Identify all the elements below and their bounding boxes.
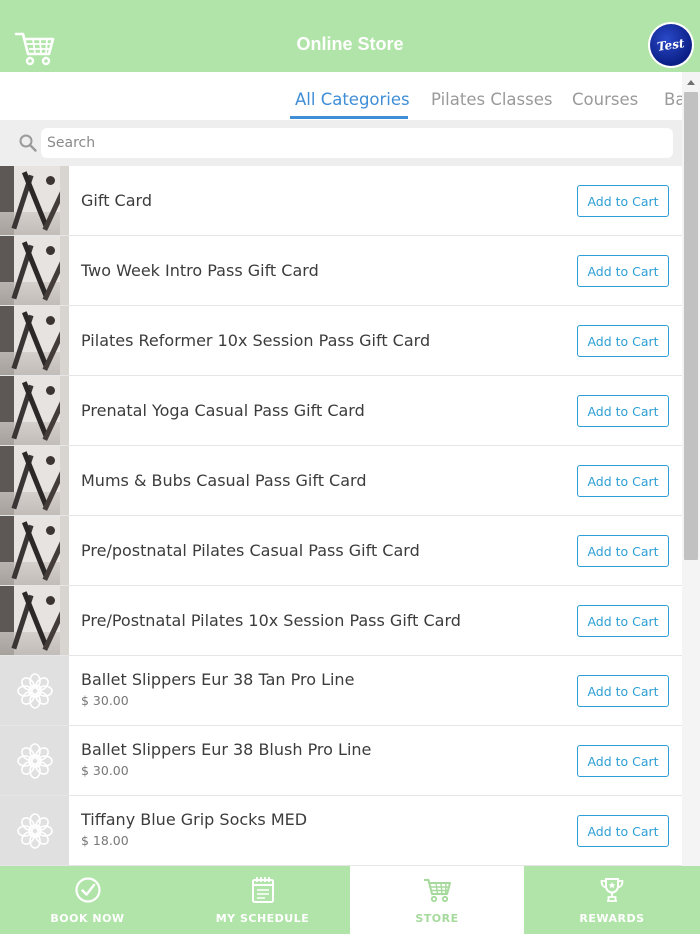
app-header: Online Store Test <box>0 0 700 72</box>
lotus-icon <box>16 812 53 849</box>
product-price: $ 30.00 <box>81 763 129 778</box>
lotus-icon <box>16 742 53 779</box>
product-name: Two Week Intro Pass Gift Card <box>81 261 319 280</box>
add-to-cart-button[interactable]: Add to Cart <box>577 815 669 847</box>
product-thumbnail <box>0 376 69 445</box>
list-item[interactable]: Pilates Reformer 10x Session Pass Gift C… <box>0 306 682 376</box>
category-tabs: All Categories Pilates Classes Courses B… <box>0 72 700 120</box>
add-to-cart-button[interactable]: Add to Cart <box>577 605 669 637</box>
product-price: $ 18.00 <box>81 833 129 848</box>
trophy-icon <box>600 878 624 902</box>
avatar[interactable]: Test <box>648 22 694 68</box>
lotus-icon <box>16 672 53 709</box>
nav-rewards[interactable]: REWARDS <box>524 866 700 934</box>
add-to-cart-button[interactable]: Add to Cart <box>577 395 669 427</box>
scrollbar[interactable] <box>682 72 700 866</box>
tab-all-categories[interactable]: All Categories <box>295 90 410 109</box>
list-item[interactable]: Prenatal Yoga Casual Pass Gift Card Add … <box>0 376 682 446</box>
product-name: Ballet Slippers Eur 38 Blush Pro Line <box>81 740 372 759</box>
tab-pilates-classes[interactable]: Pilates Classes <box>431 90 553 109</box>
search-input[interactable] <box>41 128 673 158</box>
nav-label: MY SCHEDULE <box>215 912 310 925</box>
store-screen: Online Store Test All Categories Pilates… <box>0 0 700 934</box>
product-name: Pilates Reformer 10x Session Pass Gift C… <box>81 331 431 350</box>
list-item[interactable]: Pre/Postnatal Pilates 10x Session Pass G… <box>0 586 682 656</box>
product-price: $ 30.00 <box>81 693 129 708</box>
product-thumbnail <box>0 656 69 725</box>
shopping-cart-icon <box>424 879 451 903</box>
add-to-cart-button[interactable]: Add to Cart <box>577 745 669 777</box>
scrollbar-thumb[interactable] <box>684 92 698 560</box>
nav-store[interactable]: STORE <box>350 866 524 934</box>
product-thumbnail <box>0 796 69 865</box>
list-item[interactable]: Tiffany Blue Grip Socks MED $ 18.00 Add … <box>0 796 682 866</box>
add-to-cart-button[interactable]: Add to Cart <box>577 675 669 707</box>
product-thumbnail <box>0 516 69 585</box>
product-name: Mums & Bubs Casual Pass Gift Card <box>81 471 367 490</box>
product-thumbnail <box>0 726 69 795</box>
product-thumbnail <box>0 446 69 515</box>
product-name: Ballet Slippers Eur 38 Tan Pro Line <box>81 670 355 689</box>
page-title: Online Store <box>296 34 404 54</box>
avatar-text: Test <box>656 36 686 54</box>
add-to-cart-button[interactable]: Add to Cart <box>577 255 669 287</box>
add-to-cart-button[interactable]: Add to Cart <box>577 185 669 217</box>
product-name: Pre/postnatal Pilates Casual Pass Gift C… <box>81 541 420 560</box>
check-circle-icon <box>74 877 101 903</box>
nav-label: BOOK NOW <box>50 912 125 925</box>
calendar-icon <box>251 877 274 903</box>
nav-label: REWARDS <box>579 912 645 925</box>
list-item[interactable]: Mums & Bubs Casual Pass Gift Card Add to… <box>0 446 682 516</box>
product-thumbnail <box>0 236 69 305</box>
list-item[interactable]: Ballet Slippers Eur 38 Tan Pro Line $ 30… <box>0 656 682 726</box>
add-to-cart-button[interactable]: Add to Cart <box>577 535 669 567</box>
product-thumbnail <box>0 166 69 235</box>
product-name: Tiffany Blue Grip Socks MED <box>81 810 308 829</box>
bottom-nav: BOOK NOW MY SCHEDULE STORE REWARDS <box>0 866 700 934</box>
product-thumbnail <box>0 586 69 655</box>
nav-my-schedule[interactable]: MY SCHEDULE <box>175 866 350 934</box>
search-bar <box>0 120 682 166</box>
active-tab-indicator <box>290 116 408 119</box>
list-item[interactable]: Pre/postnatal Pilates Casual Pass Gift C… <box>0 516 682 586</box>
product-thumbnail <box>0 306 69 375</box>
add-to-cart-button[interactable]: Add to Cart <box>577 325 669 357</box>
product-name: Pre/Postnatal Pilates 10x Session Pass G… <box>81 611 461 630</box>
product-list: Gift Card Add to Cart Two Week Intro Pas… <box>0 166 682 866</box>
product-name: Prenatal Yoga Casual Pass Gift Card <box>81 401 365 420</box>
list-item[interactable]: Gift Card Add to Cart <box>0 166 682 236</box>
nav-book-now[interactable]: BOOK NOW <box>0 866 175 934</box>
scroll-up-arrow[interactable] <box>687 80 695 85</box>
tab-courses[interactable]: Courses <box>572 90 638 109</box>
nav-label: STORE <box>415 912 459 925</box>
add-to-cart-button[interactable]: Add to Cart <box>577 465 669 497</box>
list-item[interactable]: Two Week Intro Pass Gift Card Add to Car… <box>0 236 682 306</box>
list-item[interactable]: Ballet Slippers Eur 38 Blush Pro Line $ … <box>0 726 682 796</box>
search-icon <box>19 134 37 152</box>
product-name: Gift Card <box>81 191 152 210</box>
